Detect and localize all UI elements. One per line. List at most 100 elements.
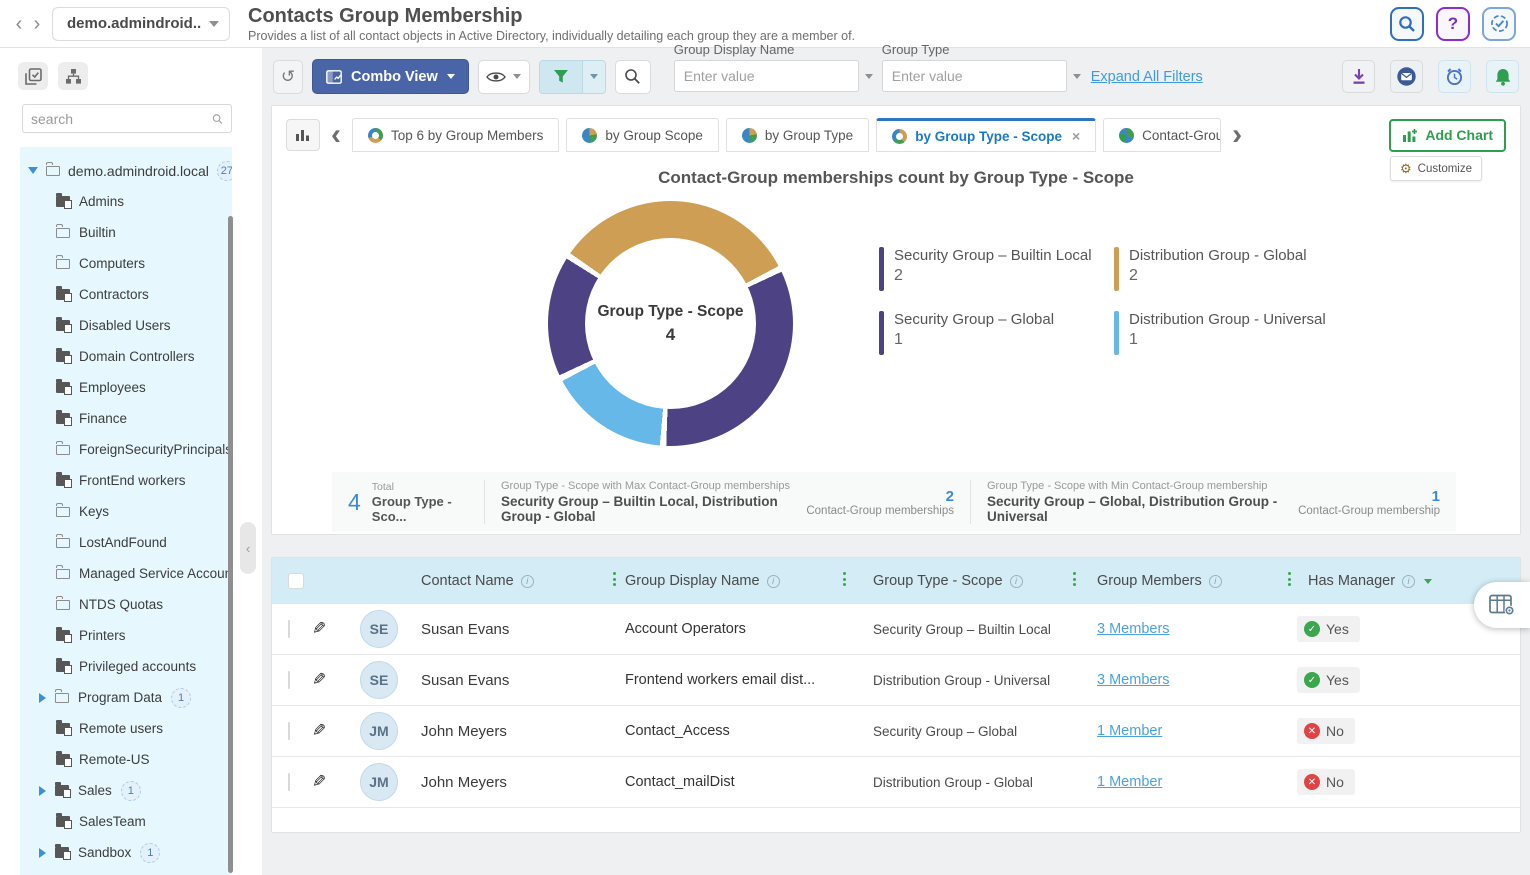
tab-contact-group[interactable]: Contact-Group <box>1103 118 1221 152</box>
column-divider-dots[interactable] <box>1073 572 1076 586</box>
column-header-contact-name[interactable]: Contact Namei <box>418 573 613 589</box>
column-header-group-members[interactable]: Group Membersi <box>1073 573 1288 589</box>
sidebar-item-ntds-quotas[interactable]: NTDS Quotas <box>20 589 232 620</box>
column-divider-dots[interactable] <box>1288 572 1291 586</box>
column-divider-dots[interactable] <box>613 572 616 586</box>
filter-value-input[interactable] <box>892 68 1073 84</box>
global-search-button[interactable] <box>1390 7 1424 41</box>
sidebar-item-keys[interactable]: Keys <box>20 496 232 527</box>
sidebar-item-disabled-users[interactable]: Disabled Users <box>20 310 232 341</box>
expand-icon[interactable] <box>39 786 46 796</box>
members-link[interactable]: 1 Member <box>1097 723 1162 739</box>
table-row[interactable]: ✎ JM John Meyers Contact_mailDist Distri… <box>272 757 1520 808</box>
donut-chart[interactable]: Group Type - Scope 4 <box>548 201 793 446</box>
legend-item[interactable]: Security Group – Global1 <box>879 311 1114 355</box>
tab-by-group-scope[interactable]: by Group Scope <box>566 118 719 152</box>
sidebar-item-computers[interactable]: Computers <box>20 248 232 279</box>
tab-top-6-by-group-members[interactable]: Top 6 by Group Members <box>352 118 559 152</box>
org-tree-button[interactable] <box>58 62 88 90</box>
tabs-scroll-left-icon[interactable]: ‹ <box>329 120 343 150</box>
tabs-scroll-right-icon[interactable]: › <box>1230 120 1244 150</box>
add-chart-button[interactable]: Add Chart <box>1389 119 1506 152</box>
sidebar-item-contractors[interactable]: Contractors <box>20 279 232 310</box>
table-row[interactable]: ✎ JM John Meyers Contact_Access Security… <box>272 706 1520 757</box>
domain-selector[interactable]: demo.admindroid... <box>52 7 230 41</box>
column-divider-dots[interactable] <box>843 572 846 586</box>
members-link[interactable]: 1 Member <box>1097 774 1162 790</box>
sidebar-item-remote-users[interactable]: Remote users <box>20 713 232 744</box>
info-icon[interactable]: i <box>1209 575 1222 588</box>
reminder-button[interactable] <box>1438 60 1471 93</box>
row-checkbox[interactable] <box>288 773 290 791</box>
row-checkbox[interactable] <box>288 722 290 740</box>
sidebar-item-remote-us[interactable]: Remote-US <box>20 744 232 775</box>
row-checkbox[interactable] <box>288 671 290 689</box>
filter-value-select[interactable] <box>674 60 859 92</box>
close-tab-icon[interactable]: × <box>1072 128 1080 144</box>
legend-item[interactable]: Security Group – Builtin Local2 <box>879 247 1114 291</box>
legend-item[interactable]: Distribution Group - Global2 <box>1114 247 1326 291</box>
sidebar-item-lostandfound[interactable]: LostAndFound <box>20 527 232 558</box>
table-row[interactable]: ✎ SE Susan Evans Account Operators Secur… <box>272 604 1520 655</box>
info-icon[interactable]: i <box>1010 575 1023 588</box>
chart-list-button[interactable] <box>286 119 320 151</box>
download-button[interactable] <box>1342 60 1375 93</box>
scheduler-button[interactable] <box>1482 7 1516 41</box>
sidebar-item-program-data[interactable]: Program Data1 <box>20 682 232 713</box>
sidebar-item-domain-controllers[interactable]: Domain Controllers <box>20 341 232 372</box>
row-checkbox[interactable] <box>288 620 290 638</box>
sidebar-item-builtin[interactable]: Builtin <box>20 217 232 248</box>
filter-value-select[interactable] <box>882 60 1067 92</box>
customize-button[interactable]: ⚙ Customize <box>1390 156 1482 181</box>
tree-root-demo-admindroid-local[interactable]: demo.admindroid.local 27 <box>20 155 232 186</box>
column-visibility-button[interactable] <box>478 60 530 94</box>
filter-dropdown-caret[interactable] <box>582 61 605 93</box>
refresh-button[interactable]: ↺ <box>273 60 303 94</box>
column-header-group-display-name[interactable]: Group Display Namei <box>613 573 843 589</box>
table-search-button[interactable] <box>615 60 651 94</box>
nav-back-icon[interactable]: ‹ <box>10 14 28 34</box>
sidebar-item-frontend-workers[interactable]: FrontEnd workers <box>20 465 232 496</box>
info-icon[interactable]: i <box>521 575 534 588</box>
expand-icon[interactable] <box>39 848 46 858</box>
message-button[interactable] <box>1390 60 1423 93</box>
expand-all-filters-link[interactable]: Expand All Filters <box>1091 69 1203 85</box>
filter-value-input[interactable] <box>684 68 865 84</box>
legend-item[interactable]: Distribution Group - Universal1 <box>1114 311 1326 355</box>
tab-by-group-type-scope[interactable]: by Group Type - Scope× <box>876 118 1096 152</box>
sidebar-item-privileged-accounts[interactable]: Privileged accounts <box>20 651 232 682</box>
sidebar-item-managed-service-accounts[interactable]: Managed Service Accoun... <box>20 558 232 589</box>
sidebar-item-partial[interactable] <box>20 868 232 875</box>
select-all-checkbox[interactable] <box>288 573 304 589</box>
sidebar-item-salesteam[interactable]: SalesTeam <box>20 806 232 837</box>
filter-button[interactable] <box>539 60 606 94</box>
edit-pencil-icon[interactable]: ✎ <box>312 619 326 639</box>
sidebar-item-sales[interactable]: Sales1 <box>20 775 232 806</box>
edit-pencil-icon[interactable]: ✎ <box>312 772 326 792</box>
edit-pencil-icon[interactable]: ✎ <box>312 721 326 741</box>
column-settings-button[interactable] <box>1474 582 1530 628</box>
tab-by-group-type[interactable]: by Group Type <box>726 118 869 152</box>
members-link[interactable]: 3 Members <box>1097 621 1170 637</box>
sidebar-item-finance[interactable]: Finance <box>20 403 232 434</box>
edit-pencil-icon[interactable]: ✎ <box>312 670 326 690</box>
info-icon[interactable]: i <box>767 575 780 588</box>
sidebar-search-input[interactable] <box>31 111 212 127</box>
nav-forward-icon[interactable]: › <box>28 14 46 34</box>
notification-button[interactable] <box>1486 60 1519 93</box>
sidebar-item-foreignsecurityprincipals[interactable]: ForeignSecurityPrincipals <box>20 434 232 465</box>
sidebar-item-sandbox[interactable]: Sandbox1 <box>20 837 232 868</box>
multi-select-button[interactable] <box>18 62 48 90</box>
sidebar-item-admins[interactable]: Admins <box>20 186 232 217</box>
column-header-group-type-scope[interactable]: Group Type - Scopei <box>843 573 1073 589</box>
view-mode-button[interactable]: Combo View <box>312 59 469 94</box>
table-row[interactable]: ✎ SE Susan Evans Frontend workers email … <box>272 655 1520 706</box>
help-button[interactable]: ? <box>1436 7 1470 41</box>
sidebar-search[interactable] <box>22 104 232 133</box>
info-icon[interactable]: i <box>1402 575 1415 588</box>
expand-icon[interactable] <box>39 693 46 703</box>
expand-collapse-icon[interactable] <box>28 167 38 174</box>
sort-caret-icon[interactable] <box>1424 579 1432 584</box>
sidebar-item-printers[interactable]: Printers <box>20 620 232 651</box>
sidebar-scrollbar[interactable] <box>228 216 233 873</box>
